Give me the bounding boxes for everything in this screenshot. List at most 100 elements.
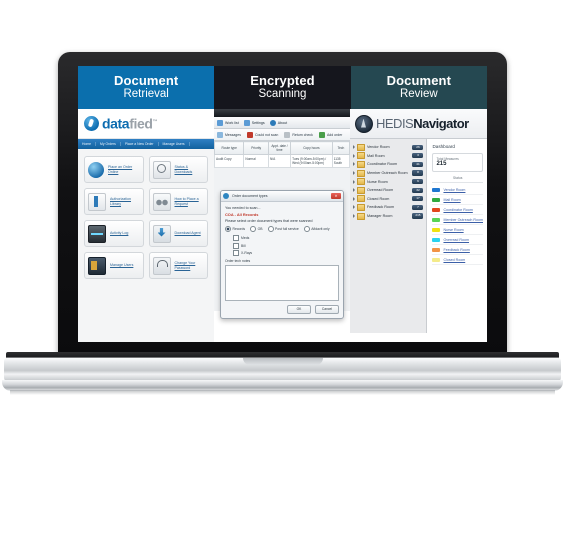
cancel-button[interactable]: Cancel xyxy=(315,304,339,314)
tile-status-downloads[interactable]: Status & Downloads xyxy=(148,156,208,183)
col-copy-hours: Copy hours xyxy=(290,141,333,155)
tab-document-retrieval[interactable]: Document Retrieval xyxy=(78,66,215,109)
notes-textarea[interactable] xyxy=(225,264,339,301)
sidebar-item-nurse-room[interactable]: Nurse Room 6 xyxy=(350,177,426,186)
checkbox-bill[interactable]: Bill xyxy=(233,242,339,249)
dialog-body: You needed to scan... COA - All Records … xyxy=(221,202,343,318)
close-icon[interactable]: ✕ xyxy=(331,193,341,199)
radio-dot-icon xyxy=(303,226,310,232)
menu-item-work-list[interactable]: Work list xyxy=(217,119,239,126)
work-list-table: Route type Priority Appt. date / time Co… xyxy=(214,141,350,168)
nav-item-home[interactable]: Home xyxy=(78,142,97,146)
radio-records[interactable]: Records xyxy=(225,226,245,232)
radio-ob[interactable]: OB xyxy=(250,226,263,232)
legend-item-nurse-room[interactable]: Nurse Room xyxy=(432,225,483,235)
sidebar-item-overread-room[interactable]: Overread Room 32 xyxy=(350,186,426,195)
radio-label: Records xyxy=(232,227,246,231)
tab-subtitle: Scanning xyxy=(258,88,307,100)
sidebar-item-manager-room[interactable]: Manager Room 215 xyxy=(350,212,426,221)
tile-change-password[interactable]: Change Your Password xyxy=(148,252,208,279)
tab-document-review[interactable]: Document Review xyxy=(350,66,487,109)
sidebar-item-closed-room[interactable]: Closed Room 17 xyxy=(350,195,426,204)
table-row[interactable]: Audit Copy Normal N/A Tues (9:00am-5:00p… xyxy=(214,154,350,168)
toolbar-button-could-not-scan[interactable]: Could not scan xyxy=(246,131,278,138)
legend-item-closed-room[interactable]: Closed Room xyxy=(432,255,483,265)
sidebar-item-coordinator-room[interactable]: Coordinator Room 41 xyxy=(350,160,426,169)
scanning-titlebar xyxy=(214,109,350,117)
room-label: Coordinator Room xyxy=(367,162,398,167)
toolbar-label: Add order xyxy=(326,132,343,137)
tab-title: Encrypted xyxy=(250,73,315,88)
nav-item-my-orders[interactable]: My Orders xyxy=(96,142,121,146)
datafied-logo-a: data xyxy=(102,115,130,132)
legend-item-feedback-room[interactable]: Feedback Room xyxy=(432,245,483,255)
legend-item-mail-room[interactable]: Mail Room xyxy=(432,195,483,205)
datafied-body: Place an Order Online Status & Downloads… xyxy=(78,149,214,342)
folder-icon xyxy=(357,169,365,177)
shortcut-tile-grid: Place an Order Online Status & Downloads… xyxy=(84,156,208,279)
menu-label: About xyxy=(277,120,288,125)
sidebar-item-member-outreach-room[interactable]: Member Outreach Room 8 xyxy=(350,169,426,178)
tab-subtitle: Retrieval xyxy=(123,88,169,100)
legend-item-coordinator-room[interactable]: Coordinator Room xyxy=(432,205,483,215)
panel-document-review: HEDISNavigator Vendor Room 26 Mail Room … xyxy=(350,109,487,342)
ok-button[interactable]: OK xyxy=(287,304,311,314)
list-icon xyxy=(217,119,223,126)
dashboard-title: Dashboard xyxy=(432,144,455,149)
radio-post-full-service[interactable]: Post full service xyxy=(267,226,299,232)
legend-swatch-icon xyxy=(432,187,441,192)
legend-swatch-icon xyxy=(432,227,441,232)
toolbar-button-messages[interactable]: Messages xyxy=(217,131,241,138)
radio-label: OB xyxy=(257,227,263,231)
document-type-radio-group: Records OB Post full service Afidavit on… xyxy=(225,226,339,232)
legend-swatch-icon xyxy=(432,237,441,242)
folder-icon xyxy=(357,152,365,160)
tile-download-agent[interactable]: Download Agent xyxy=(148,220,208,247)
sidebar-item-vendor-room[interactable]: Vendor Room 26 xyxy=(350,143,426,152)
dialog-button-row: OK Cancel xyxy=(225,304,339,314)
tile-label: Download Agent xyxy=(174,231,201,236)
tile-manage-users[interactable]: Manage Users xyxy=(84,252,144,279)
legend-item-vendor-room[interactable]: Vendor Room xyxy=(432,185,483,195)
return-icon xyxy=(284,131,291,138)
dialog-order-name: COA - All Records xyxy=(225,212,259,217)
menu-item-about[interactable]: About xyxy=(269,119,288,126)
menu-item-settings[interactable]: Settings xyxy=(243,119,265,126)
document-type-checkbox-group: Meds Bill X-Rays xyxy=(225,235,339,256)
room-label: Vendor Room xyxy=(367,145,390,150)
nav-item-manage-users[interactable]: Manage Users xyxy=(159,142,190,146)
add-icon xyxy=(318,131,325,138)
checkbox-xrays[interactable]: X-Rays xyxy=(233,250,339,256)
activity-monitor-icon xyxy=(88,224,106,243)
tile-how-to-place-request[interactable]: How to Place a Request xyxy=(148,188,208,215)
toolbar-button-add-order[interactable]: Add order xyxy=(318,131,343,138)
tab-subtitle: Review xyxy=(399,88,438,100)
tab-encrypted-scanning[interactable]: Encrypted Scanning xyxy=(214,66,351,109)
legend-label: Mail Room xyxy=(443,197,461,202)
radio-dot-icon xyxy=(225,226,231,232)
tile-authorization-library[interactable]: Authorization Library xyxy=(84,188,144,215)
checkbox-meds[interactable]: Meds xyxy=(233,235,339,241)
scanning-workspace: Order document types ✕ You needed to sca… xyxy=(214,168,350,319)
tile-label: Activity Log xyxy=(110,231,129,236)
cell-route-type: Audit Copy xyxy=(214,154,245,168)
nav-item-place-order[interactable]: Place a New Order xyxy=(121,142,159,146)
download-icon xyxy=(152,224,171,243)
checkbox-label: Bill xyxy=(241,243,246,248)
toolbar-button-return-check[interactable]: Return check xyxy=(284,131,313,138)
legend-swatch-icon xyxy=(432,197,441,202)
tile-activity-log[interactable]: Activity Log xyxy=(84,220,144,247)
laptop-screen: Document Retrieval Encrypted Scanning Do… xyxy=(78,66,487,342)
settings-icon xyxy=(243,119,250,126)
legend-item-member-outreach-room[interactable]: Member Outreach Room xyxy=(432,215,483,225)
radio-afidavit-only[interactable]: Afidavit only xyxy=(303,226,330,232)
section-header-tabs: Document Retrieval Encrypted Scanning Do… xyxy=(78,66,487,109)
hedis-logo-icon xyxy=(355,114,373,133)
room-label: Nurse Room xyxy=(367,179,388,184)
tile-place-order-online[interactable]: Place an Order Online xyxy=(84,156,144,183)
sidebar-item-mail-room[interactable]: Mail Room 3 xyxy=(350,152,426,161)
datafied-trademark: ™ xyxy=(152,119,158,126)
legend-item-overread-room[interactable]: Overread Room xyxy=(432,235,483,245)
legend-label: Member Outreach Room xyxy=(443,217,483,222)
sidebar-item-feedback-room[interactable]: Feedback Room 7 xyxy=(350,203,426,212)
